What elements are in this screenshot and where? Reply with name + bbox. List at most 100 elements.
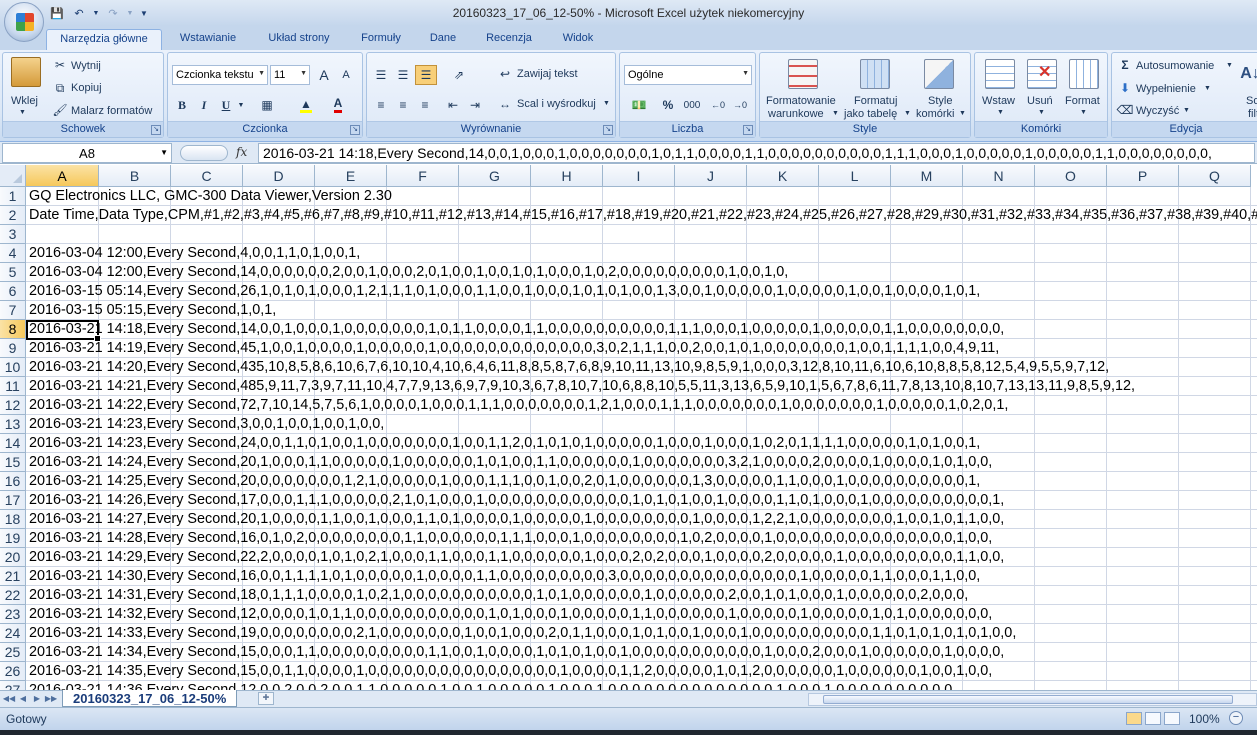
column-header-n[interactable]: N [963, 165, 1035, 187]
align-left-icon[interactable]: ≡ [371, 95, 391, 115]
font-size-combo[interactable]: 11 ▼ [270, 65, 310, 85]
italic-button[interactable]: I [194, 95, 214, 115]
column-header-i[interactable]: I [603, 165, 675, 187]
column-header-o[interactable]: O [1035, 165, 1107, 187]
merge-center-button[interactable]: Scal i wyśrodkuj [517, 98, 596, 110]
column-header-m[interactable]: M [891, 165, 963, 187]
cell-a8[interactable]: 2016-03-21 14:18,Every Second,14,0,0,1,0… [29, 320, 1004, 339]
align-right-icon[interactable]: ≡ [415, 95, 435, 115]
column-header-k[interactable]: K [747, 165, 819, 187]
paste-icon[interactable] [11, 57, 41, 87]
cell-a15[interactable]: 2016-03-21 14:24,Every Second,20,1,0,0,0… [29, 453, 992, 472]
row-header-5[interactable]: 5 [0, 263, 26, 282]
page-layout-view-icon[interactable] [1145, 712, 1161, 725]
last-sheet-icon[interactable]: ▶▶ [44, 693, 58, 705]
zoom-out-icon[interactable]: − [1229, 711, 1243, 725]
number-format-combo[interactable]: Ogólne ▼ [624, 65, 752, 85]
normal-view-icon[interactable] [1126, 712, 1142, 725]
row-header-1[interactable]: 1 [0, 187, 26, 206]
decrease-decimal-icon[interactable]: →0 [730, 95, 750, 115]
row-header-20[interactable]: 20 [0, 548, 26, 567]
cell-a9[interactable]: 2016-03-21 14:19,Every Second,45,1,0,0,1… [29, 339, 999, 358]
tab-formulas[interactable]: Formuły [352, 29, 410, 50]
formula-bar-expand[interactable] [180, 145, 228, 161]
font-launcher-icon[interactable]: ↘ [350, 125, 360, 135]
tab-view[interactable]: Widok [552, 29, 604, 50]
next-sheet-icon[interactable]: ▶ [30, 693, 44, 705]
row-header-2[interactable]: 2 [0, 206, 26, 225]
cell-a20[interactable]: 2016-03-21 14:29,Every Second,22,2,0,0,0… [29, 548, 1004, 567]
conditional-formatting-line2[interactable]: warunkowe [768, 108, 824, 120]
align-middle-icon[interactable]: ☰ [393, 65, 413, 85]
percent-button[interactable]: % [658, 95, 678, 115]
row-header-12[interactable]: 12 [0, 396, 26, 415]
underline-button[interactable]: U [216, 95, 236, 115]
row-header-21[interactable]: 21 [0, 567, 26, 586]
row-header-13[interactable]: 13 [0, 415, 26, 434]
row-header-15[interactable]: 15 [0, 453, 26, 472]
first-sheet-icon[interactable]: ◀◀ [2, 693, 16, 705]
increase-indent-icon[interactable]: ⇥ [465, 95, 485, 115]
insert-sheet-icon[interactable]: ✚ [258, 692, 274, 705]
copy-button[interactable]: Kopiuj [71, 82, 102, 94]
cell-a4[interactable]: 2016-03-04 12:00,Every Second,4,0,0,1,1,… [29, 244, 360, 263]
horizontal-scrollbar[interactable] [808, 693, 1257, 706]
cell-a13[interactable]: 2016-03-21 14:23,Every Second,3,0,0,1,0,… [29, 415, 384, 434]
column-header-q[interactable]: Q [1179, 165, 1251, 187]
column-header-c[interactable]: C [171, 165, 243, 187]
format-button[interactable]: Format [1065, 95, 1100, 107]
cell-a7[interactable]: 2016-03-15 05:15,Every Second,1,0,1, [29, 301, 276, 320]
cell-a23[interactable]: 2016-03-21 14:32,Every Second,12,0,0,0,0… [29, 605, 992, 624]
cell-a11[interactable]: 2016-03-21 14:21,Every Second,485,9,11,7… [29, 377, 1135, 396]
column-header-e[interactable]: E [315, 165, 387, 187]
row-header-11[interactable]: 11 [0, 377, 26, 396]
page-break-view-icon[interactable] [1164, 712, 1180, 725]
align-center-icon[interactable]: ≡ [393, 95, 413, 115]
insert-function-icon[interactable]: fx [236, 145, 247, 159]
cell-a25[interactable]: 2016-03-21 14:34,Every Second,15,0,0,0,1… [29, 643, 1004, 662]
cell-a18[interactable]: 2016-03-21 14:27,Every Second,20,1,0,0,0… [29, 510, 1004, 529]
row-header-4[interactable]: 4 [0, 244, 26, 263]
tab-insert[interactable]: Wstawianie [170, 29, 246, 50]
zoom-level[interactable]: 100% [1189, 712, 1220, 726]
row-header-16[interactable]: 16 [0, 472, 26, 491]
column-header-j[interactable]: J [675, 165, 747, 187]
bold-button[interactable]: B [172, 95, 192, 115]
align-top-icon[interactable]: ☰ [371, 65, 391, 85]
column-header-d[interactable]: D [243, 165, 315, 187]
format-as-table-line2[interactable]: jako tabelę [844, 108, 897, 120]
cell-a19[interactable]: 2016-03-21 14:28,Every Second,16,0,1,0,2… [29, 529, 992, 548]
cell-a1[interactable]: GQ Electronics LLC, GMC-300 Data Viewer,… [29, 187, 392, 206]
formula-input[interactable]: 2016-03-21 14:18,Every Second,14,0,0,1,0… [258, 143, 1255, 163]
cell-a21[interactable]: 2016-03-21 14:30,Every Second,16,0,0,1,1… [29, 567, 980, 586]
clipboard-launcher-icon[interactable]: ↘ [151, 125, 161, 135]
font-color-button[interactable]: A [324, 95, 352, 115]
autosum-button[interactable]: Autosumowanie [1136, 60, 1214, 72]
tab-review[interactable]: Recenzja [478, 29, 540, 50]
prev-sheet-icon[interactable]: ◀ [16, 693, 30, 705]
format-painter-button[interactable]: Malarz formatów [71, 105, 152, 117]
cell-a24[interactable]: 2016-03-21 14:33,Every Second,19,0,0,0,0… [29, 624, 1016, 643]
worksheet-grid[interactable]: ABCDEFGHIJKLMNOPQ 1 GQ Electronics LLC, G… [0, 165, 1257, 690]
cell-a14[interactable]: 2016-03-21 14:23,Every Second,24,0,0,1,1… [29, 434, 980, 453]
wrap-text-button[interactable]: Zawijaj tekst [517, 68, 578, 80]
name-box[interactable]: A8 ▼ [2, 143, 172, 163]
tab-page-layout[interactable]: Układ strony [258, 29, 340, 50]
clear-button[interactable]: Wyczyść [1136, 105, 1179, 117]
row-header-6[interactable]: 6 [0, 282, 26, 301]
shrink-font-button[interactable]: A [336, 65, 356, 85]
column-header-a[interactable]: A [26, 165, 99, 187]
merge-dropdown-icon[interactable]: ▼ [603, 100, 610, 107]
orientation-icon[interactable]: ⇗ [445, 65, 473, 85]
cut-button[interactable]: Wytnij [71, 60, 101, 72]
column-header-l[interactable]: L [819, 165, 891, 187]
row-header-8[interactable]: 8 [0, 320, 26, 339]
underline-dropdown-icon[interactable]: ▼ [236, 95, 246, 115]
row-header-3[interactable]: 3 [0, 225, 26, 244]
column-header-p[interactable]: P [1107, 165, 1179, 187]
tab-home[interactable]: Narzędzia główne [46, 29, 162, 50]
alignment-launcher-icon[interactable]: ↘ [603, 125, 613, 135]
column-header-f[interactable]: F [387, 165, 459, 187]
paste-button[interactable]: Wklej [11, 95, 38, 107]
fill-color-icon[interactable]: ▲ [292, 95, 320, 115]
